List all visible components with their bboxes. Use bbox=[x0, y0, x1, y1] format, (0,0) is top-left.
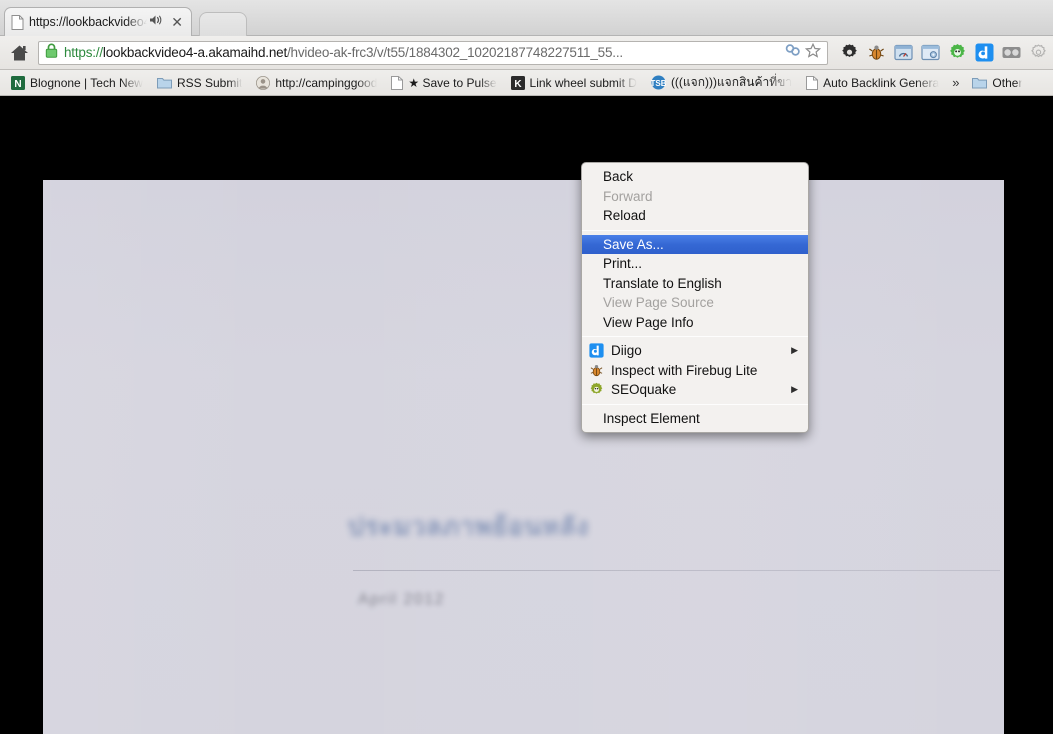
diigo-icon[interactable] bbox=[974, 42, 995, 63]
speed-dial-icon[interactable] bbox=[893, 42, 914, 63]
document-icon bbox=[391, 75, 404, 90]
menu-item-inspect-element[interactable]: Inspect Element bbox=[582, 409, 808, 429]
menu-separator bbox=[582, 403, 808, 405]
tab-title: https://lookbackvideo4 bbox=[29, 15, 148, 29]
menu-item-label: Translate to English bbox=[603, 275, 722, 291]
firebug-bug-icon bbox=[588, 362, 605, 378]
tsb-icon: TSB bbox=[651, 75, 666, 90]
svg-text:K: K bbox=[514, 79, 522, 90]
extension-icons bbox=[832, 42, 1049, 63]
menu-item-view-page-source: View Page Source bbox=[582, 293, 808, 313]
seoquake-icon[interactable] bbox=[947, 42, 968, 63]
bookmark-item[interactable]: http://campinggood bbox=[249, 73, 384, 93]
bookmark-folder[interactable]: RSS Submit bbox=[150, 73, 249, 93]
page-content[interactable]: ประมวลภาพย้อนหลัง April 2012 bbox=[43, 180, 1004, 734]
menu-item-view-page-info[interactable]: View Page Info bbox=[582, 313, 808, 333]
browser-toolbar: https://lookbackvideo4-a.akamaihd.net/hv… bbox=[0, 36, 1053, 70]
bookmark-label: Other bbox=[992, 75, 1023, 90]
blognone-icon: N bbox=[11, 75, 25, 90]
menu-item-label: Back bbox=[603, 169, 634, 185]
grey-gear-icon[interactable] bbox=[1028, 42, 1049, 63]
browser-tab[interactable]: https://lookbackvideo4 ✕ bbox=[4, 7, 192, 36]
bookmark-item[interactable]: ★ Save to Pulse bbox=[384, 73, 503, 93]
diigo-icon bbox=[588, 343, 605, 359]
url-text: https://lookbackvideo4-a.akamaihd.net/hv… bbox=[64, 45, 785, 60]
browser-window: https://lookbackvideo4 ✕ https://lookbac… bbox=[0, 0, 1053, 734]
new-tab-icon[interactable] bbox=[199, 12, 247, 36]
url-host: lookbackvideo4-a.akamaihd.net bbox=[102, 45, 287, 60]
menu-item-label: Inspect Element bbox=[603, 410, 700, 426]
menu-item-label: Diigo bbox=[611, 343, 642, 359]
window-settings-icon[interactable] bbox=[920, 42, 941, 63]
bookmark-label: Link wheel submit D bbox=[529, 75, 637, 90]
menu-item-label: View Page Info bbox=[603, 314, 694, 330]
speaker-icon[interactable] bbox=[149, 13, 164, 31]
menu-separator bbox=[582, 336, 808, 337]
bookmark-item[interactable]: N Blognone | Tech New bbox=[4, 73, 150, 93]
svg-text:N: N bbox=[14, 79, 21, 90]
other-bookmarks-folder[interactable]: Other bbox=[965, 73, 1029, 93]
menu-item-inspect-with-firebug-lite[interactable]: Inspect with Firebug Lite bbox=[582, 361, 808, 381]
menu-item-label: SEOquake bbox=[611, 382, 677, 398]
avatar-icon bbox=[256, 75, 271, 90]
menu-item-seoquake[interactable]: SEOquake ▶ bbox=[582, 380, 808, 400]
bookmark-label: RSS Submit bbox=[176, 75, 243, 90]
menu-item-reload[interactable]: Reload bbox=[582, 206, 808, 226]
context-menu[interactable]: Back Forward Reload Save As... Print... Trans… bbox=[581, 162, 809, 433]
document-icon bbox=[11, 14, 24, 30]
folder-icon bbox=[156, 76, 172, 89]
bookmark-star-icon[interactable] bbox=[804, 42, 822, 63]
menu-item-back[interactable]: Back bbox=[582, 167, 808, 187]
bookmark-label: Blognone | Tech New bbox=[30, 75, 143, 90]
menu-item-print[interactable]: Print... bbox=[582, 254, 808, 274]
goggles-icon[interactable] bbox=[1001, 42, 1022, 63]
document-icon bbox=[806, 75, 819, 90]
page-heading: ประมวลภาพย้อนหลัง bbox=[348, 513, 590, 541]
url-scheme: https:// bbox=[64, 45, 103, 60]
tab-strip: https://lookbackvideo4 ✕ bbox=[0, 0, 1053, 36]
bookmark-item[interactable]: TSB (((แจก)))แจกสินค้าที่ขา bbox=[644, 73, 799, 93]
menu-item-label: Print... bbox=[603, 256, 643, 272]
bookmarks-overflow-button[interactable]: » bbox=[946, 75, 965, 90]
chevron-right-icon: ▶ bbox=[791, 384, 798, 395]
menu-item-label: Reload bbox=[603, 208, 646, 224]
padlock-icon bbox=[45, 43, 58, 63]
bookmark-item[interactable]: Auto Backlink Genera bbox=[799, 73, 946, 93]
close-icon[interactable]: ✕ bbox=[169, 15, 185, 29]
seoquake-icon bbox=[588, 382, 605, 398]
chevron-right-icon: ▶ bbox=[791, 345, 798, 356]
url-path: /hvideo-ak-frc3/v/t55/1884302_1020218774… bbox=[287, 45, 623, 60]
menu-item-label: Save As... bbox=[603, 236, 664, 252]
menu-item-save-as[interactable]: Save As... bbox=[582, 234, 808, 254]
bookmark-label: ★ Save to Pulse bbox=[408, 75, 497, 90]
link-chain-icon[interactable] bbox=[785, 43, 801, 62]
gear-icon[interactable] bbox=[839, 42, 860, 63]
bookmarks-bar: N Blognone | Tech New RSS Submit http://… bbox=[0, 70, 1053, 96]
bookmark-item[interactable]: K Link wheel submit D bbox=[504, 73, 644, 93]
address-bar[interactable]: https://lookbackvideo4-a.akamaihd.net/hv… bbox=[38, 40, 828, 65]
bookmark-label: http://campinggood bbox=[275, 75, 378, 90]
svg-text:TSB: TSB bbox=[651, 79, 666, 88]
menu-separator bbox=[582, 229, 808, 231]
menu-item-label: View Page Source bbox=[603, 295, 714, 311]
menu-item-translate-to-english[interactable]: Translate to English bbox=[582, 274, 808, 294]
menu-item-diigo[interactable]: Diigo ▶ bbox=[582, 341, 808, 361]
bookmark-label: Auto Backlink Genera bbox=[823, 75, 940, 90]
horizontal-divider bbox=[353, 570, 1000, 571]
page-viewport[interactable]: ประมวลภาพย้อนหลัง April 2012 bbox=[0, 97, 1053, 734]
menu-item-forward: Forward bbox=[582, 187, 808, 207]
folder-icon bbox=[972, 76, 988, 89]
page-subheading: April 2012 bbox=[358, 591, 446, 608]
menu-item-label: Forward bbox=[603, 188, 653, 204]
bookmark-label: (((แจก)))แจกสินค้าที่ขา bbox=[670, 75, 793, 89]
menu-item-label: Inspect with Firebug Lite bbox=[611, 362, 758, 378]
home-icon[interactable] bbox=[4, 39, 34, 67]
k-icon: K bbox=[510, 75, 525, 90]
firebug-bug-icon[interactable] bbox=[866, 42, 887, 63]
